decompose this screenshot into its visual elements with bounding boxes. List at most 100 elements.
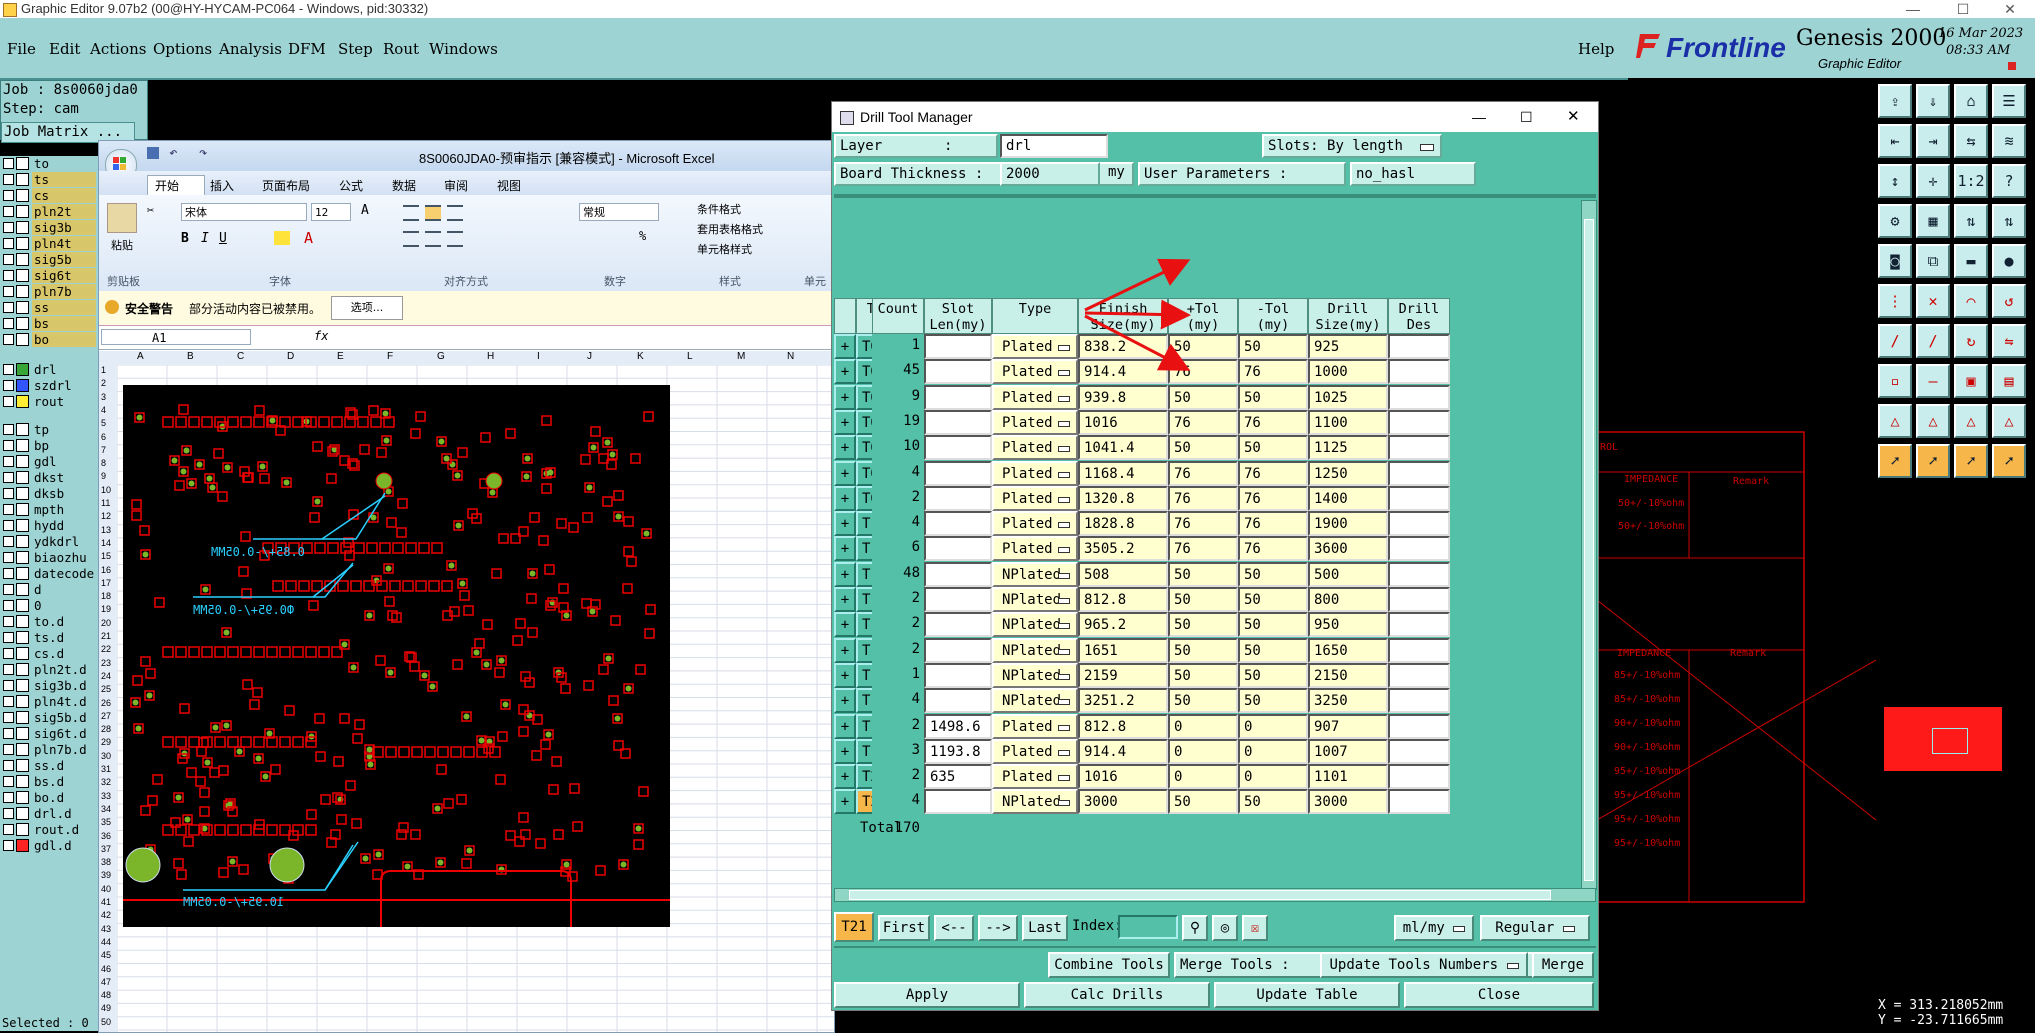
close-button-dtm[interactable]: Close — [1404, 982, 1594, 1008]
row-number[interactable]: 48 — [101, 990, 111, 1000]
type-dropdown-icon[interactable] — [1058, 699, 1070, 706]
layer-visibility-checkbox[interactable] — [3, 174, 14, 185]
layer-visibility-checkbox[interactable] — [3, 302, 14, 313]
cell-mtol[interactable]: 50 — [1238, 384, 1308, 410]
layer-visibility-checkbox[interactable] — [3, 632, 14, 643]
tab-page-layout[interactable]: 页面布局 — [262, 177, 310, 194]
dtm-maximize-button[interactable]: ☐ — [1520, 102, 1533, 132]
cell-finish[interactable]: 1168.4 — [1078, 460, 1168, 486]
layer-visibility-checkbox[interactable] — [3, 776, 14, 787]
cell-drill[interactable]: 1007 — [1308, 738, 1388, 764]
settings-icon[interactable]: ⚙ — [1878, 204, 1912, 238]
cell-ptol[interactable]: 76 — [1168, 409, 1238, 435]
layer-visibility-checkbox[interactable] — [3, 238, 14, 249]
cell-type[interactable]: NPlated — [992, 688, 1078, 714]
expand-row-icon[interactable]: + — [834, 435, 856, 461]
layer-row[interactable]: d — [0, 582, 98, 597]
home-icon[interactable]: ⌂ — [1954, 84, 1988, 118]
close-button[interactable]: ✕ — [1990, 0, 2030, 18]
cell-mtol[interactable]: 50 — [1238, 334, 1308, 359]
line-icon[interactable]: ∕ — [1878, 324, 1912, 358]
layer-row[interactable]: ts — [0, 172, 98, 187]
layer-color-swatch[interactable] — [16, 711, 29, 724]
layer-color-swatch[interactable] — [16, 839, 29, 852]
layer-visibility-checkbox[interactable] — [3, 808, 14, 819]
update-table-button[interactable]: Update Table — [1214, 982, 1400, 1008]
row-number[interactable]: 15 — [101, 551, 111, 561]
cell-ptol[interactable]: 76 — [1168, 511, 1238, 537]
expand-row-icon[interactable]: + — [834, 789, 856, 815]
row-number[interactable]: 5 — [101, 418, 106, 428]
cell-ptol[interactable]: 50 — [1168, 612, 1238, 638]
layer-row[interactable]: rout.d — [0, 822, 98, 837]
save-icon[interactable]: ⇓ — [1916, 84, 1950, 118]
cell-slot[interactable] — [924, 789, 992, 815]
cell-ptol[interactable]: 50 — [1168, 561, 1238, 587]
layer-row[interactable]: ss — [0, 300, 98, 315]
type-dropdown-icon[interactable] — [1058, 775, 1070, 782]
cell-drill[interactable]: 3600 — [1308, 536, 1388, 562]
column-letter[interactable]: L — [687, 351, 693, 362]
layer-color-swatch[interactable] — [16, 301, 29, 314]
cell-slot[interactable] — [924, 587, 992, 612]
expand-row-icon[interactable]: + — [834, 738, 856, 764]
first-button[interactable]: First — [878, 915, 930, 941]
cell-finish[interactable]: 812.8 — [1078, 713, 1168, 739]
cell-finish[interactable]: 2159 — [1078, 662, 1168, 688]
triangle2-icon[interactable]: △ — [1916, 404, 1950, 438]
row-number[interactable]: 41 — [101, 897, 111, 907]
layer-color-swatch[interactable] — [16, 615, 29, 628]
type-dropdown-icon[interactable] — [1058, 547, 1070, 554]
step-icon[interactable]: ≋ — [1992, 124, 2026, 158]
layer-row[interactable]: biaozhu — [0, 550, 98, 565]
pointer3-icon[interactable]: ➚ — [1954, 444, 1988, 478]
type-dropdown-icon[interactable] — [1058, 420, 1070, 427]
cell-type[interactable]: NPlated — [992, 612, 1078, 638]
layer-name[interactable]: ss — [32, 300, 96, 315]
cell-drill[interactable]: 2150 — [1308, 662, 1388, 688]
layer-visibility-checkbox[interactable] — [3, 364, 14, 375]
expand-row-icon[interactable]: + — [834, 713, 856, 739]
cell-finish[interactable]: 3251.2 — [1078, 688, 1168, 714]
cell-mtol[interactable]: 50 — [1238, 561, 1308, 587]
cell-type[interactable]: Plated — [992, 359, 1078, 385]
name-box[interactable]: A1 — [101, 329, 251, 345]
cell-drill[interactable]: 3250 — [1308, 688, 1388, 714]
menu-dfm[interactable]: DFM — [288, 40, 326, 58]
column-letter[interactable]: G — [437, 351, 445, 362]
row-number[interactable]: 27 — [101, 711, 111, 721]
layer-row[interactable]: 0 — [0, 598, 98, 613]
list-icon[interactable]: ☰ — [1992, 84, 2026, 118]
prev-button[interactable]: <-- — [934, 915, 974, 941]
layer-color-swatch[interactable] — [16, 727, 29, 740]
cell-slot[interactable] — [924, 460, 992, 486]
layer-color-swatch[interactable] — [16, 519, 29, 532]
cell-mtol[interactable]: 50 — [1238, 662, 1308, 688]
layer-row[interactable]: pln4t — [0, 236, 98, 251]
row-number[interactable]: 39 — [101, 870, 111, 880]
layer-color-swatch[interactable] — [16, 599, 29, 612]
layer-row[interactable]: cs.d — [0, 646, 98, 661]
row-number[interactable]: 44 — [101, 937, 111, 947]
user-parameters-field[interactable]: no_hasl — [1350, 162, 1476, 186]
cell-finish[interactable]: 508 — [1078, 561, 1168, 587]
layer-row[interactable]: rout — [0, 394, 98, 409]
layer-name[interactable]: pln4t.d — [32, 694, 96, 709]
expand-row-icon[interactable]: + — [834, 359, 856, 385]
layer-row[interactable]: cs — [0, 188, 98, 203]
curve-icon[interactable]: ↺ — [1992, 284, 2026, 318]
row-number[interactable]: 13 — [101, 525, 111, 535]
layer-name[interactable]: rout — [32, 394, 96, 409]
flip-icon[interactable]: ⇋ — [1992, 324, 2026, 358]
layer-row[interactable]: ss.d — [0, 758, 98, 773]
paste-icon[interactable] — [107, 203, 137, 233]
layer-color-swatch[interactable] — [16, 791, 29, 804]
snap-icon[interactable]: ⇅ — [1954, 204, 1988, 238]
expand-row-icon[interactable]: + — [834, 764, 856, 790]
row-number[interactable]: 49 — [101, 1003, 111, 1013]
layer-name[interactable]: pln2t — [32, 204, 96, 219]
cell-drill-des[interactable] — [1388, 460, 1450, 486]
cell-type[interactable]: NPlated — [992, 587, 1078, 612]
layer-name[interactable]: mpth — [32, 502, 96, 517]
row-number[interactable]: 26 — [101, 698, 111, 708]
